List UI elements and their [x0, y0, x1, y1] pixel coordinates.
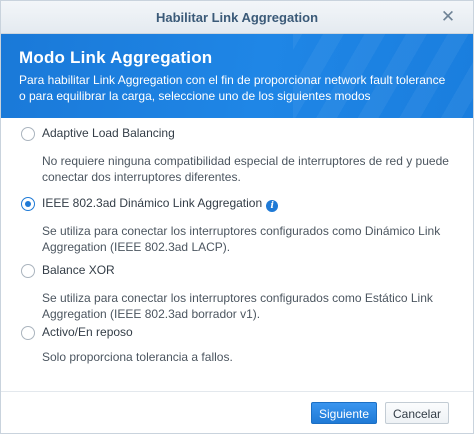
footer-divider: [1, 391, 473, 392]
option-description: No requiere ninguna compatibilidad espec…: [42, 154, 449, 184]
header-banner: Modo Link Aggregation Para habilitar Lin…: [1, 34, 473, 118]
option-label[interactable]: Adaptive Load Balancing: [42, 126, 175, 140]
radio-active-standby[interactable]: [21, 326, 35, 340]
radio-balance-xor[interactable]: [21, 264, 35, 278]
option-label[interactable]: Balance XOR: [42, 263, 115, 277]
dialog-window: Habilitar Link Aggregation ✕ Modo Link A…: [0, 0, 474, 434]
cancel-button[interactable]: Cancelar: [385, 402, 449, 424]
close-icon[interactable]: ✕: [439, 8, 457, 26]
option-label-ieee[interactable]: IEEE 802.3ad Dinámico Link Aggregation i: [42, 196, 279, 212]
radio-ieee-8023ad-dynamic[interactable]: [21, 197, 35, 211]
radio-adaptive-load-balancing[interactable]: [21, 127, 35, 141]
dialog-title: Habilitar Link Aggregation: [155, 10, 319, 25]
next-button[interactable]: Siguiente: [311, 402, 377, 424]
option-description: Solo proporciona tolerancia a fallos.: [42, 350, 233, 364]
option-label[interactable]: Activo/En reposo: [42, 325, 133, 339]
option-description: Se utiliza para conectar los interruptor…: [42, 224, 441, 254]
title-bar[interactable]: Habilitar Link Aggregation ✕: [1, 1, 473, 34]
banner-heading: Modo Link Aggregation: [19, 48, 213, 67]
option-label-text[interactable]: IEEE 802.3ad Dinámico Link Aggregation: [42, 196, 262, 210]
info-icon[interactable]: i: [266, 200, 279, 212]
banner-description: Para habilitar Link Aggregation con el f…: [19, 73, 446, 103]
option-description: Se utiliza para conectar los interruptor…: [42, 291, 433, 321]
